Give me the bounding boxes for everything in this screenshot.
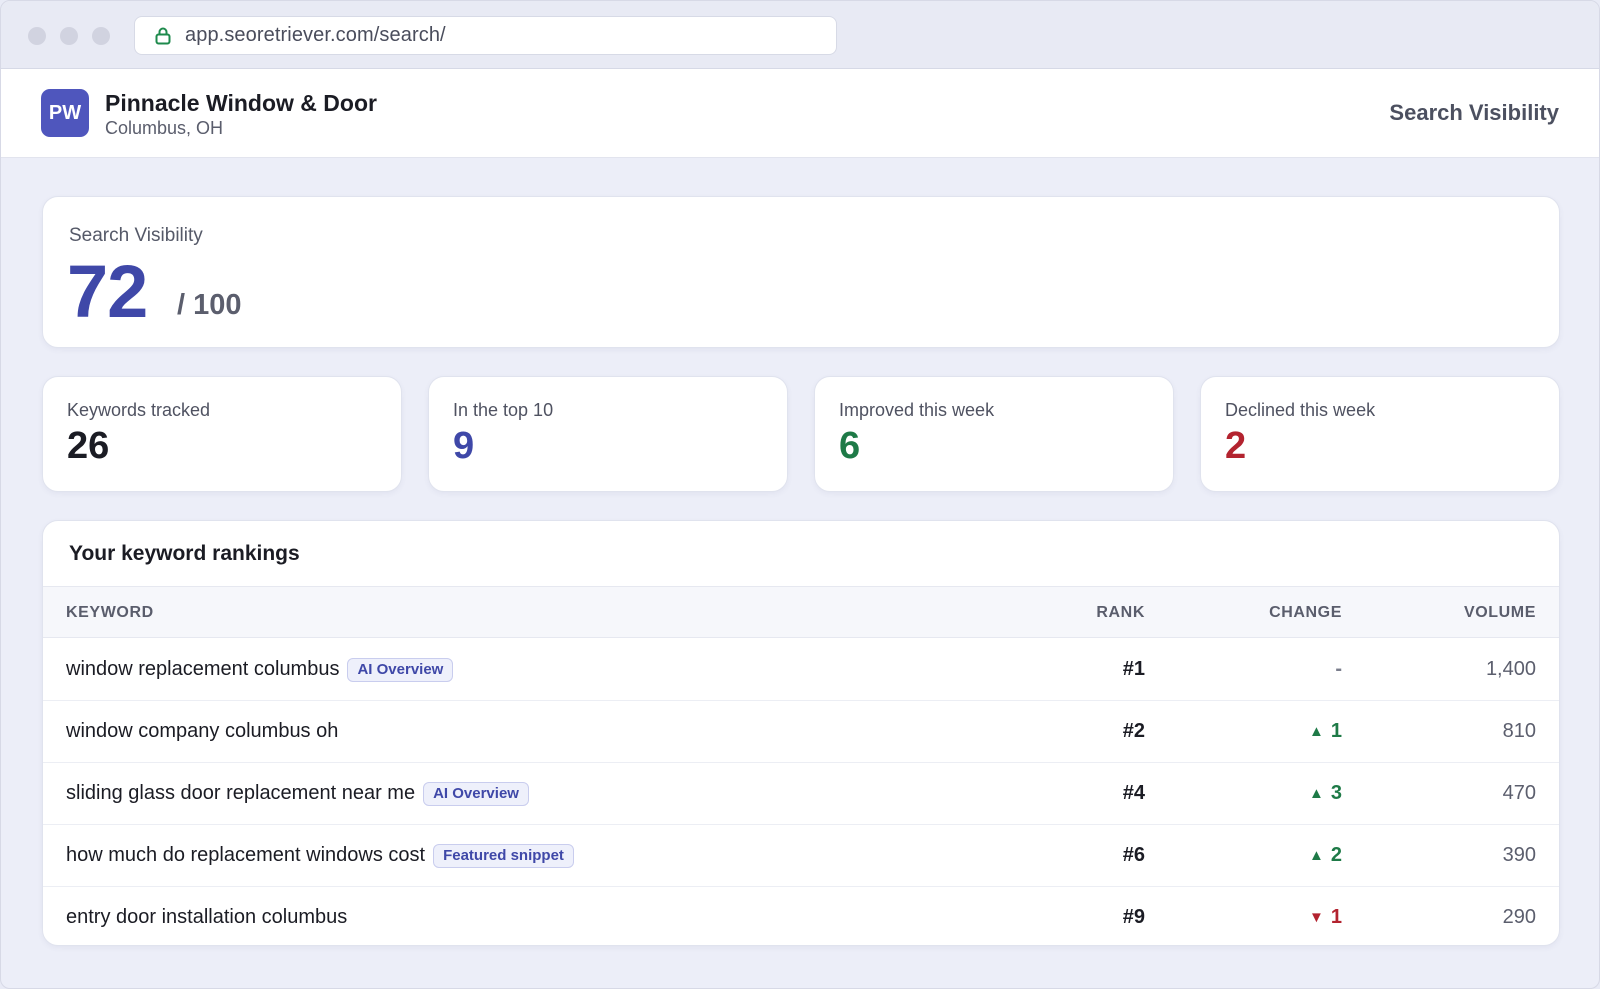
column-header-rank[interactable]: RANK [1096,604,1145,622]
search-volume: 1,400 [1485,658,1536,680]
up-arrow-icon: ▲ [1309,723,1324,740]
rankings-title: Your keyword rankings [69,542,300,565]
change-value: - [1335,658,1342,680]
stat-label: In the top 10 [453,400,554,420]
keyword-cell: how much do replacement windows cost Fea… [66,825,574,886]
keyword-text: window company columbus oh [66,720,339,742]
page-title: Search Visibility [1389,100,1559,125]
stat-label: Declined this week [1225,400,1376,420]
rank-value: #9 [1122,906,1145,928]
stat-card-improved: Improved this week 6 [814,376,1174,492]
rankings-table-header: KEYWORD RANK CHANGE VOLUME [43,586,1559,638]
column-header-volume[interactable]: VOLUME [1464,604,1536,622]
change-value: 1 [1330,720,1342,742]
stat-card-keywords-tracked: Keywords tracked 26 [42,376,402,492]
url-text: app.seoretriever.com/search/ [185,24,446,46]
search-volume: 470 [1502,782,1536,804]
change-value: 3 [1330,782,1342,804]
keyword-text: entry door installation columbus [66,906,348,928]
keyword-text: window replacement columbus [66,658,340,680]
business-name: Pinnacle Window & Door [105,90,377,116]
keyword-cell: window replacement columbus AI Overview [66,639,454,700]
business-logo: PW [41,89,89,137]
rank-change: - [1335,639,1342,700]
rank-value: #2 [1122,720,1145,742]
down-arrow-icon: ▼ [1309,909,1324,926]
keyword-cell: sliding glass door replacement near me A… [66,763,529,824]
browser-window: app.seoretriever.com/search/ PW Pinnacle… [0,0,1600,989]
table-row[interactable]: sliding glass door replacement near me A… [43,763,1559,825]
keyword-text: sliding glass door replacement near me [66,782,416,804]
app-header: PW Pinnacle Window & Door Columbus, OH S… [1,69,1599,158]
rank-value: #4 [1122,782,1145,804]
table-row[interactable]: window company columbus oh #2 ▲ 1 810 [43,701,1559,763]
up-arrow-icon: ▲ [1309,847,1324,864]
address-bar[interactable]: app.seoretriever.com/search/ [134,16,837,55]
stat-label: Improved this week [839,400,995,420]
table-row[interactable]: entry door installation columbus #9 ▼ 1 … [43,887,1559,945]
up-arrow-icon: ▲ [1309,785,1324,802]
window-maximize-dot[interactable] [92,27,110,45]
stat-card-declined: Declined this week 2 [1200,376,1560,492]
serp-feature-badge: AI Overview [423,781,529,806]
column-header-change[interactable]: CHANGE [1269,604,1342,622]
stat-value: 9 [453,425,475,467]
rank-value: #6 [1122,844,1145,866]
business-location: Columbus, OH [105,118,224,138]
rank-change: ▲ 3 [1309,763,1342,824]
keyword-cell: entry door installation columbus [66,887,348,945]
stat-value: 26 [67,425,110,467]
keyword-rankings-card: Your keyword rankings KEYWORD RANK CHANG… [42,520,1560,946]
window-minimize-dot[interactable] [60,27,78,45]
search-volume: 290 [1502,906,1536,928]
serp-feature-badge: Featured snippet [433,843,574,868]
column-header-keyword[interactable]: KEYWORD [66,604,154,622]
stat-card-top-10: In the top 10 9 [428,376,788,492]
rank-change: ▲ 2 [1309,825,1342,886]
search-volume: 390 [1502,844,1536,866]
keyword-text: how much do replacement windows cost [66,844,426,866]
visibility-max: / 100 [177,289,242,321]
table-row[interactable]: window replacement columbus AI Overview … [43,639,1559,701]
visibility-score: 72 [67,250,148,333]
search-volume: 810 [1502,720,1536,742]
table-row[interactable]: how much do replacement windows cost Fea… [43,825,1559,887]
window-close-dot[interactable] [28,27,46,45]
serp-feature-badge: AI Overview [347,657,454,682]
change-value: 1 [1330,906,1342,928]
visibility-label: Search Visibility [69,225,203,246]
lock-icon [155,27,171,45]
rank-change: ▼ 1 [1309,887,1342,945]
change-value: 2 [1330,844,1342,866]
rank-change: ▲ 1 [1309,701,1342,762]
stat-value: 2 [1225,425,1247,467]
browser-chrome: app.seoretriever.com/search/ [1,1,1599,69]
visibility-score-card: Search Visibility 72 / 100 [42,196,1560,348]
stat-label: Keywords tracked [67,400,211,420]
keyword-cell: window company columbus oh [66,701,338,762]
rank-value: #1 [1122,658,1145,680]
stat-value: 6 [839,425,861,467]
